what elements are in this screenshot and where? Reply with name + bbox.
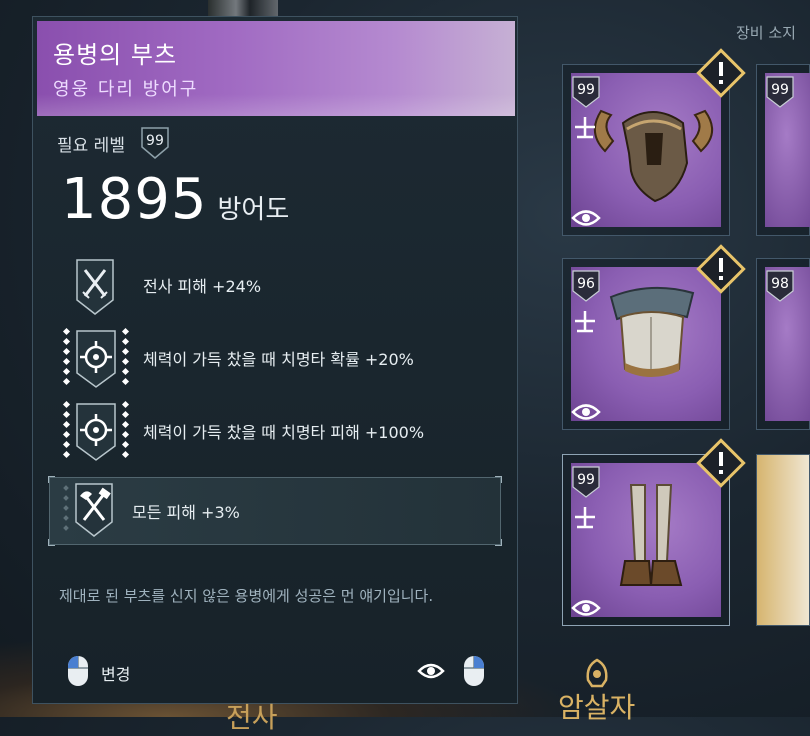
perk-row-selected[interactable]: 모든 피해 +3%: [48, 476, 502, 546]
perk-text: 체력이 가득 찼을 때 치명타 피해 +100%: [143, 423, 425, 442]
weapon-sword-icon: [575, 117, 595, 139]
crossed-axe-hammer-icon: [50, 476, 126, 546]
level-shield-icon: 99: [765, 75, 795, 109]
crosshair-icon: [61, 396, 137, 466]
perk-row[interactable]: 전사 피해 +24%: [61, 250, 261, 320]
selection-corner: [495, 539, 502, 546]
tooltip-header: 용병의 부츠 영웅 다리 방어구: [37, 21, 515, 116]
item-description: 제대로 된 부츠를 신지 않은 용병에게 성공은 먼 얘기입니다.: [59, 587, 434, 605]
eye-icon: [417, 661, 445, 685]
item-name: 용병의 부츠: [53, 41, 178, 69]
crosshair-icon: [61, 323, 137, 393]
slot-level-value: 98: [771, 276, 789, 292]
eye-icon: [571, 210, 601, 226]
level-shield-icon: 99: [571, 75, 601, 109]
slot-level-value: 99: [577, 82, 595, 98]
warning-icon: [696, 244, 746, 294]
required-level-label: 필요 레벨: [57, 135, 125, 156]
preview-hint[interactable]: [417, 655, 485, 691]
warning-icon: [696, 438, 746, 488]
equipment-slot-partial[interactable]: 98: [756, 258, 810, 430]
class-assassin-label: 암살자: [558, 691, 636, 724]
eye-icon: [571, 404, 601, 420]
perk-text: 모든 피해 +3%: [132, 503, 240, 522]
selection-corner: [495, 476, 502, 483]
mouse-left-click-icon: [67, 655, 89, 691]
perk-row[interactable]: 체력이 가득 찼을 때 치명타 확률 +20%: [61, 323, 414, 393]
perk-text: 전사 피해 +24%: [143, 277, 262, 296]
change-hint[interactable]: 변경: [67, 655, 130, 691]
horned-helmet-icon: [594, 109, 713, 203]
leg-armor-icon: [619, 484, 683, 586]
armor-value: 1895: [61, 167, 208, 232]
item-tooltip: 용병의 부츠 영웅 다리 방어구 필요 레벨 99 1895 방어도 전사 피해…: [32, 16, 518, 704]
equipment-section-label: 장비 소지: [736, 24, 796, 42]
armor-stat: 1895 방어도: [61, 167, 289, 232]
armor-label: 방어도: [217, 195, 290, 225]
weapon-sword-icon: [575, 507, 595, 529]
slot-level-value: 99: [577, 472, 595, 488]
level-shield-icon: 99: [139, 125, 171, 161]
item-type: 영웅 다리 방어구: [53, 79, 199, 100]
perk-text: 체력이 가득 찼을 때 치명타 확률 +20%: [143, 350, 414, 369]
hooded-assassin-icon: [586, 658, 608, 688]
warning-icon: [696, 48, 746, 98]
class-assassin[interactable]: 암살자: [558, 658, 635, 726]
level-shield-icon: 96: [571, 269, 601, 303]
slot-level-value: 96: [577, 276, 595, 292]
level-shield-icon: 99: [571, 465, 601, 499]
equipment-slot-partial-legendary[interactable]: [756, 454, 810, 626]
class-warrior-label[interactable]: 전사: [226, 696, 278, 736]
mouse-right-click-icon: [463, 655, 485, 691]
chest-armor-icon: [609, 286, 695, 377]
perk-row[interactable]: 체력이 가득 찼을 때 치명타 피해 +100%: [61, 396, 424, 466]
equipment-slot-partial[interactable]: 99: [756, 64, 810, 236]
crossed-swords-icon: [61, 250, 137, 320]
change-label: 변경: [101, 665, 131, 684]
required-level-value: 99: [146, 133, 164, 149]
eye-icon: [571, 600, 601, 616]
level-shield-icon: 98: [765, 269, 795, 303]
required-level-row: 필요 레벨 99: [57, 125, 171, 161]
weapon-sword-icon: [575, 311, 595, 333]
slot-level-value: 99: [771, 82, 789, 98]
